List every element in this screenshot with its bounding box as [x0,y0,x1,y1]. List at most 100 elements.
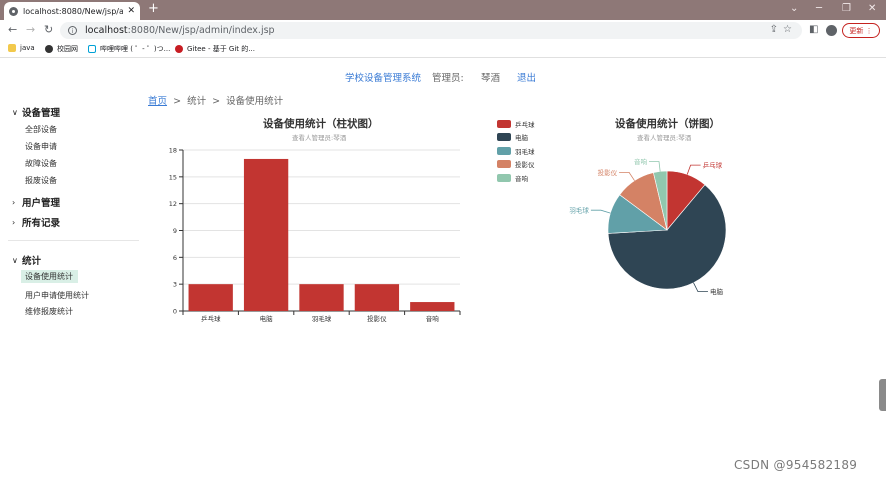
browser-tab-strip: localhost:8080/New/jsp/admi ✕ + ⌄ ─ ❐ ✕ [0,0,886,20]
url-path: :8080/New/jsp/admin/index.jsp [127,25,275,36]
admin-label: 管理员: [432,73,464,84]
breadcrumb-separator: > [212,96,221,107]
legend-label: 乒乓球 [515,120,535,129]
pie-label: 乒乓球 [703,161,723,170]
side-panel-icon[interactable]: ◧ [809,24,818,35]
pie-legend: 乒乓球 电脑 羽毛球 投影仪 音响 [497,117,535,185]
sidebar-group-equipment[interactable]: ∨ 设备管理 [12,105,60,120]
pie-chart: 乒乓球电脑 羽毛球 投影仪 音响 [569,157,727,296]
chevron-down-icon: ∨ [12,107,18,117]
bookmark-item[interactable]: 哔哩哔哩 ( ゜- ゜)つ... [88,44,170,54]
info-icon[interactable]: i [68,26,77,35]
sidebar-item-user-request-stats[interactable]: 用户申请使用统计 [25,290,89,301]
bookmark-item[interactable]: 校园网 [45,44,78,54]
sidebar-item-faulty-equipment[interactable]: 故障设备 [25,158,57,169]
legend-item[interactable]: 电脑 [497,131,535,145]
browser-toolbar: ← → ↻ i localhost:8080/New/jsp/admin/ind… [0,20,886,42]
legend-swatch [497,119,511,128]
share-icon[interactable]: ⇪ [770,24,778,35]
update-button[interactable]: 更新 ⋮ [842,23,880,38]
x-tick-label: 投影仪 [367,314,387,323]
bar-chart-title: 设备使用统计（柱状图） [263,118,379,130]
legend-item[interactable]: 音响 [497,171,535,185]
y-tick-label: 15 [169,173,177,181]
site-name-link[interactable]: 学校设备管理系统 [345,70,421,84]
pie-label-line [686,164,701,175]
breadcrumb-level1: 统计 [187,96,207,107]
bar-chart: 0 3 6 9 12 15 18 乒乓球 电脑 羽毛球 投影仪 音响 [169,147,461,323]
sidebar-group-users[interactable]: › 用户管理 [12,195,60,210]
sidebar-group-statistics[interactable]: ∨ 统计 [12,253,42,268]
restore-icon[interactable]: ❐ [842,2,851,16]
pie-label: 音响 [634,157,648,166]
address-bar[interactable]: i localhost:8080/New/jsp/admin/index.jsp… [60,22,802,39]
bookmark-item[interactable]: Gitee - 基于 Git 的... [175,44,255,54]
pie-label-line [648,161,661,172]
y-tick-label: 9 [173,227,177,235]
sidebar-divider [8,240,139,241]
y-tick-label: 6 [173,254,177,262]
bookmark-item[interactable]: java [8,44,35,52]
window-close-icon[interactable]: ✕ [868,2,876,16]
legend-item[interactable]: 乒乓球 [497,117,535,131]
legend-swatch [497,173,511,182]
reload-icon[interactable]: ↻ [44,23,53,37]
pie-label-line [693,282,708,293]
breadcrumb-current: 设备使用统计 [226,96,284,107]
x-tick-label: 电脑 [260,314,274,323]
bilibili-icon [88,45,96,53]
back-icon[interactable]: ← [8,23,17,37]
y-tick-label: 3 [173,281,177,289]
x-tick-label: 乒乓球 [201,314,221,323]
sidebar-group-label: 所有记录 [22,218,61,229]
x-tick-label: 羽毛球 [312,314,332,323]
side-scroll-handle[interactable] [879,379,886,411]
sidebar-item-all-equipment[interactable]: 全部设备 [25,124,57,135]
sidebar-item-scrapped-equipment[interactable]: 报废设备 [25,175,57,186]
chevron-down-icon: ∨ [12,255,18,265]
legend-item[interactable]: 投影仪 [497,158,535,172]
breadcrumb-home-link[interactable]: 首页 [148,96,167,107]
pie-label-line [619,171,635,181]
bar [410,302,455,311]
legend-label: 音响 [515,174,528,183]
legend-swatch [497,146,511,155]
sidebar-item-repair-scrap-stats[interactable]: 维修报废统计 [25,306,73,317]
globe-icon [9,6,18,16]
new-tab-button[interactable]: + [148,1,159,17]
bookmark-label: 哔哩哔哩 ( ゜- ゜)つ... [100,45,171,53]
sidebar-group-label: 统计 [22,256,42,267]
sidebar-item-equipment-request[interactable]: 设备申请 [25,141,57,152]
pie-chart-subtitle: 查看人管理员:琴酒 [637,134,692,142]
close-icon[interactable]: ✕ [127,6,135,16]
sidebar-item-equipment-usage-stats[interactable]: 设备使用统计 [21,270,78,283]
pie-label: 投影仪 [598,168,618,177]
bar-chart-subtitle: 查看人管理员:琴酒 [292,134,347,142]
forward-icon[interactable]: → [26,23,35,37]
minimize-icon[interactable]: ─ [816,2,822,16]
bar [243,158,289,311]
legend-item[interactable]: 羽毛球 [497,144,535,158]
breadcrumb-separator: > [173,96,182,107]
x-tick-label: 音响 [426,314,440,323]
sidebar-group-records[interactable]: › 所有记录 [12,215,61,230]
chevron-down-icon[interactable]: ⌄ [790,2,798,16]
logout-link[interactable]: 退出 [517,70,536,84]
bar [188,284,233,311]
bookmark-star-icon[interactable]: ☆ [783,24,792,35]
browser-tab[interactable]: localhost:8080/New/jsp/admi ✕ [4,2,140,20]
profile-avatar[interactable] [826,25,837,36]
legend-label: 投影仪 [515,161,535,170]
legend-label: 羽毛球 [515,147,535,156]
legend-label: 电脑 [515,134,528,143]
gitee-icon [175,45,183,53]
y-tick-label: 0 [173,308,177,316]
url-host: localhost [85,25,128,36]
bookmark-label: Gitee - 基于 Git 的... [187,45,255,53]
y-tick-label: 12 [169,200,177,208]
legend-swatch [497,160,511,169]
legend-swatch [497,133,511,142]
y-tick-label: 18 [169,147,177,155]
admin-name: 琴酒 [481,73,501,84]
csdn-watermark: CSDN @954582189 [734,458,858,472]
